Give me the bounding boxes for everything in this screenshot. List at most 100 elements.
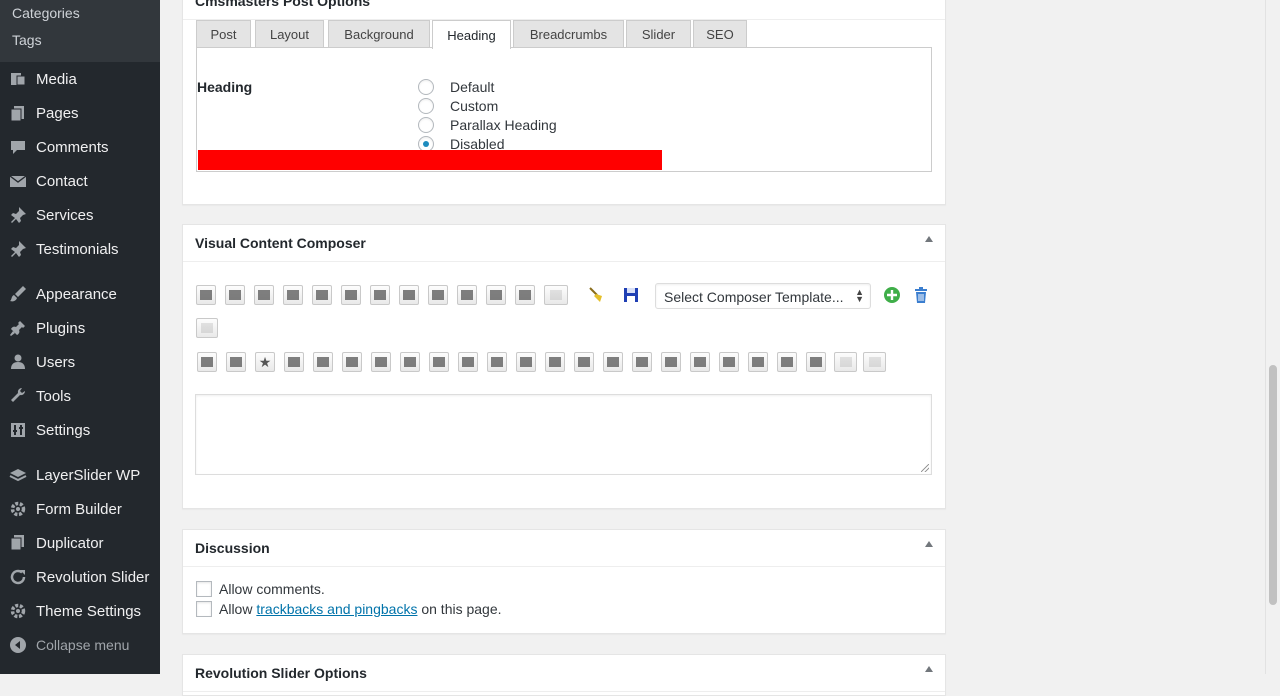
image-element-button[interactable] bbox=[545, 352, 565, 372]
sidebar-item-comments[interactable]: Comments bbox=[0, 130, 160, 164]
composer-template-select[interactable]: Select Composer Template... ▲ ▼ bbox=[655, 283, 871, 309]
composer-textarea[interactable] bbox=[195, 394, 932, 475]
tab-breadcrumbs[interactable]: Breadcrumbs bbox=[513, 20, 624, 48]
column-layout-button[interactable] bbox=[428, 285, 448, 305]
radio-option-parallax-heading[interactable]: Parallax Heading bbox=[418, 115, 557, 134]
column-layout-button[interactable] bbox=[254, 285, 274, 305]
save-icon[interactable] bbox=[621, 285, 641, 305]
sidebar-item-contact[interactable]: Contact bbox=[0, 164, 160, 198]
collapse-toggle-icon[interactable] bbox=[925, 666, 933, 672]
progress-element-button[interactable] bbox=[458, 352, 478, 372]
column-layout-button[interactable] bbox=[196, 285, 216, 305]
radio-option-default[interactable]: Default bbox=[418, 77, 494, 96]
star-element-button[interactable]: ★ bbox=[255, 352, 275, 372]
tab-post[interactable]: Post bbox=[196, 20, 251, 48]
radio-default[interactable] bbox=[418, 78, 434, 95]
tab-seo[interactable]: SEO bbox=[693, 20, 747, 48]
sidebar-item-media[interactable]: Media bbox=[0, 62, 160, 96]
column-layout-button[interactable] bbox=[225, 285, 245, 305]
chart-element-button[interactable] bbox=[429, 352, 449, 372]
resize-grip-icon[interactable] bbox=[921, 464, 929, 472]
audio-playlist-element-button[interactable] bbox=[661, 352, 681, 372]
sidebar-item-label: Users bbox=[36, 353, 76, 371]
tools-icon bbox=[0, 379, 36, 413]
radio-parallax-heading[interactable] bbox=[418, 116, 434, 133]
sidebar-item-layerslider[interactable]: LayerSlider WP bbox=[0, 458, 160, 492]
gallery-element-button[interactable] bbox=[284, 352, 304, 372]
add-template-icon[interactable] bbox=[882, 285, 902, 305]
sidebar-item-duplicator[interactable]: Duplicator bbox=[0, 526, 160, 560]
radio-custom[interactable] bbox=[418, 97, 434, 114]
allow-comments-checkbox[interactable] bbox=[196, 581, 212, 597]
page-scrollbar[interactable] bbox=[1265, 0, 1280, 674]
collapse-menu-button[interactable]: Collapse menu bbox=[0, 628, 160, 662]
broom-icon[interactable] bbox=[587, 285, 607, 305]
sidebar-item-label: Tools bbox=[36, 387, 72, 405]
column-layout-button[interactable] bbox=[283, 285, 303, 305]
audio-element-button[interactable] bbox=[603, 352, 623, 372]
post-element-button[interactable] bbox=[313, 352, 333, 372]
sidebar-item-tools[interactable]: Tools bbox=[0, 379, 160, 413]
frame-element-button[interactable] bbox=[777, 352, 797, 372]
column-layout-button[interactable] bbox=[399, 285, 419, 305]
allow-comments-label: Allow comments. bbox=[219, 581, 325, 597]
divider-button[interactable] bbox=[196, 318, 218, 338]
map-element-button[interactable] bbox=[516, 352, 536, 372]
radio-option-custom[interactable]: Custom bbox=[418, 96, 498, 115]
column-layout-button[interactable] bbox=[515, 285, 535, 305]
discussion-title: Discussion bbox=[195, 540, 270, 556]
picture-element-button[interactable] bbox=[719, 352, 739, 372]
redaction-bar bbox=[198, 150, 662, 170]
tab-heading[interactable]: Heading bbox=[432, 20, 511, 49]
contact-form-element-button[interactable] bbox=[342, 352, 362, 372]
sidebar-item-form-builder[interactable]: Form Builder bbox=[0, 492, 160, 526]
table-element-button[interactable] bbox=[400, 352, 420, 372]
submenu-item-categories[interactable]: Categories bbox=[12, 5, 80, 21]
collapse-menu-label: Collapse menu bbox=[36, 637, 130, 653]
sidebar-item-pages[interactable]: Pages bbox=[0, 96, 160, 130]
heading-field-label: Heading bbox=[197, 79, 253, 95]
trackbacks-link[interactable]: trackbacks and pingbacks bbox=[256, 601, 417, 617]
info-element-button[interactable] bbox=[226, 352, 246, 372]
sidebar-item-services[interactable]: Services bbox=[0, 198, 160, 232]
column-layout-button[interactable] bbox=[341, 285, 361, 305]
sidebar-item-theme-settings[interactable]: Theme Settings bbox=[0, 594, 160, 628]
allow-trackbacks-checkbox[interactable] bbox=[196, 601, 212, 617]
divider-button[interactable] bbox=[544, 285, 568, 305]
sidebar-item-label: Appearance bbox=[36, 285, 117, 303]
person-element-button[interactable] bbox=[748, 352, 768, 372]
sidebar-item-revolution-slider[interactable]: Revolution Slider bbox=[0, 560, 160, 594]
sidebar-item-appearance[interactable]: Appearance bbox=[0, 277, 160, 311]
tab-background[interactable]: Background bbox=[328, 20, 430, 48]
video-element-button[interactable] bbox=[690, 352, 710, 372]
collapse-toggle-icon[interactable] bbox=[925, 541, 933, 547]
speaker-element-button[interactable] bbox=[632, 352, 652, 372]
trash-icon[interactable] bbox=[911, 285, 931, 305]
divider-button[interactable] bbox=[863, 352, 886, 372]
youtube-element-button[interactable] bbox=[487, 352, 507, 372]
duplicator-icon bbox=[0, 526, 36, 560]
sidebar-item-testimonials[interactable]: Testimonials bbox=[0, 232, 160, 266]
divider-button[interactable] bbox=[834, 352, 857, 372]
box-element-button[interactable] bbox=[371, 352, 391, 372]
column-layout-button[interactable] bbox=[312, 285, 332, 305]
posts-submenu: Categories Tags bbox=[0, 0, 160, 62]
collapse-toggle-icon[interactable] bbox=[925, 236, 933, 242]
sidebar-item-label: LayerSlider WP bbox=[36, 466, 141, 484]
sidebar-item-users[interactable]: Users bbox=[0, 345, 160, 379]
column-layout-button[interactable] bbox=[486, 285, 506, 305]
sidebar-item-plugins[interactable]: Plugins bbox=[0, 311, 160, 345]
email-element-button[interactable] bbox=[806, 352, 826, 372]
submenu-item-tags[interactable]: Tags bbox=[12, 32, 42, 48]
discussion-header: Discussion bbox=[183, 530, 945, 567]
users-icon bbox=[0, 345, 36, 379]
slider-element-button[interactable] bbox=[574, 352, 594, 372]
tab-slider[interactable]: Slider bbox=[626, 20, 691, 48]
text-element-button[interactable] bbox=[197, 352, 217, 372]
sidebar-item-settings[interactable]: Settings bbox=[0, 413, 160, 447]
layerslider-icon bbox=[0, 458, 36, 492]
scrollbar-thumb[interactable] bbox=[1269, 365, 1277, 605]
tab-layout[interactable]: Layout bbox=[255, 20, 324, 48]
column-layout-button[interactable] bbox=[370, 285, 390, 305]
column-layout-button[interactable] bbox=[457, 285, 477, 305]
